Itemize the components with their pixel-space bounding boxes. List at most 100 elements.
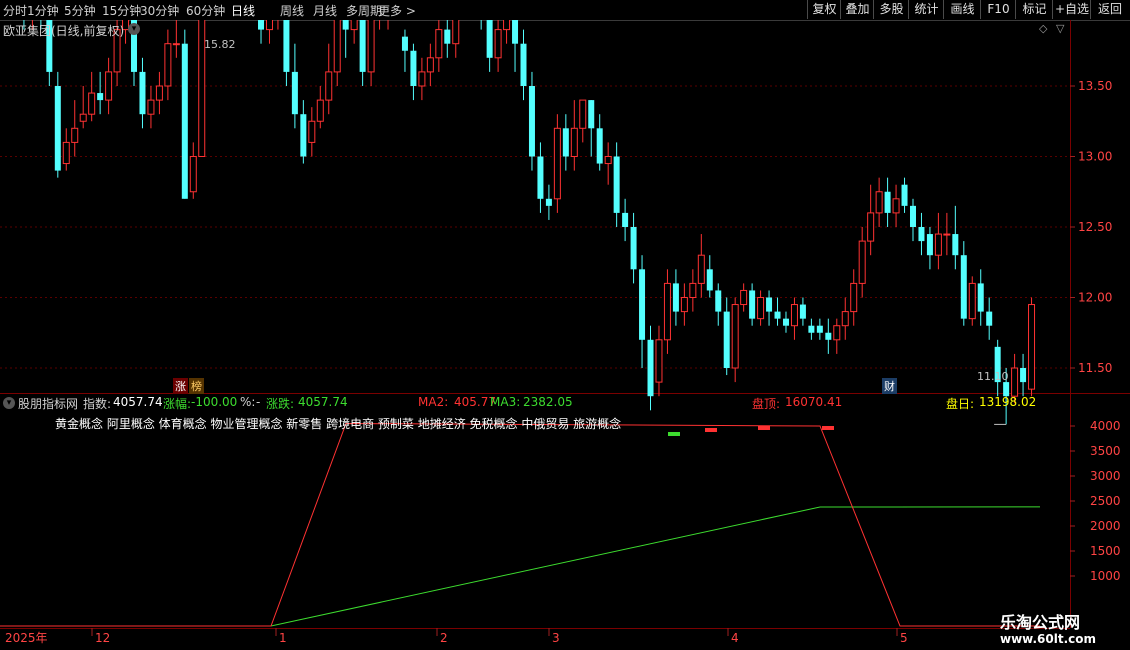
candle-body	[918, 227, 925, 242]
candle-body	[672, 283, 679, 312]
candle-body	[680, 297, 688, 313]
candle-body	[401, 36, 408, 51]
candle-body	[1011, 367, 1019, 397]
toolbar-button-3[interactable]: 统计	[908, 0, 944, 19]
indicator-axis-label: 3000	[1090, 469, 1121, 483]
period-3[interactable]: 15分钟	[102, 2, 141, 19]
candle-body	[697, 254, 705, 284]
collapse-icon[interactable]: ▽	[1056, 22, 1064, 35]
candle-body	[181, 43, 188, 199]
period-1[interactable]: 1分钟	[27, 2, 59, 19]
candle-body	[570, 127, 578, 158]
change-label: 涨幅:	[163, 397, 192, 411]
period-10[interactable]: 更多 >	[378, 2, 416, 19]
top-value: 16070.41	[785, 395, 843, 409]
candle-body	[164, 43, 172, 87]
candle-body	[79, 113, 87, 122]
candle-body	[926, 234, 933, 256]
candle-body	[410, 50, 417, 86]
index-value: 4057.74	[113, 395, 163, 409]
toolbar-button-7[interactable]: +自选	[1052, 0, 1091, 19]
candle-body	[291, 71, 298, 115]
candle-body	[553, 127, 561, 200]
candle-body	[663, 282, 671, 341]
candle-body	[97, 93, 104, 101]
candle-body	[1028, 304, 1036, 390]
candle-body	[909, 205, 916, 227]
ma3-line	[0, 506, 1041, 627]
toolbar-button-2[interactable]: 多股	[873, 0, 909, 19]
period-4[interactable]: 30分钟	[140, 2, 179, 19]
candle-body	[816, 325, 823, 333]
day-value: 13198.02	[979, 395, 1037, 409]
limit-up-badge[interactable]: 涨	[173, 378, 188, 394]
period-0[interactable]: 分时	[3, 2, 27, 19]
candle-body	[528, 86, 535, 157]
candle-body	[316, 99, 324, 122]
candle-body	[715, 290, 722, 312]
ma3-value: 2382.05	[523, 395, 573, 409]
period-5[interactable]: 60分钟	[186, 2, 225, 19]
candle-body	[604, 156, 612, 165]
finance-badge[interactable]: 财	[882, 378, 897, 394]
toolbar-button-1[interactable]: 叠加	[840, 0, 874, 19]
candle-body	[630, 227, 637, 270]
candle-body	[892, 198, 900, 214]
candle-body	[503, 20, 511, 31]
watermark-url: www.60lt.com	[1000, 632, 1097, 646]
period-7[interactable]: 周线	[280, 2, 304, 19]
day-label: 盘日:	[946, 397, 975, 411]
candle-body	[986, 311, 993, 326]
candle-body	[452, 20, 460, 45]
price-panel-menu-icon[interactable]: ▾	[128, 23, 140, 35]
candle-body	[545, 198, 552, 206]
candle-body	[647, 339, 654, 397]
period-6[interactable]: 日线	[231, 2, 255, 19]
period-2[interactable]: 5分钟	[64, 2, 96, 19]
toolbar-button-4[interactable]: 画线	[943, 0, 981, 19]
candle-body	[689, 282, 697, 298]
candle-body	[655, 339, 663, 383]
price-axis-label: 14.00	[1078, 20, 1112, 23]
candle-body	[426, 57, 434, 73]
indicator-axis-label: 1500	[1090, 544, 1121, 558]
candle-body	[774, 311, 781, 319]
period-9[interactable]: 多周期	[346, 2, 382, 19]
updown-value: 4057.74	[298, 395, 348, 409]
candle-body	[588, 100, 595, 129]
period-8[interactable]: 月线	[313, 2, 337, 19]
toolbar-button-8[interactable]: 返回	[1090, 0, 1129, 19]
candle-body	[367, 20, 375, 73]
candle-body	[901, 184, 908, 206]
watermark-title: 乐淘公式网	[1000, 613, 1081, 632]
candle-body	[740, 289, 748, 306]
candle-body	[884, 191, 891, 213]
candle-body	[731, 304, 739, 369]
ranking-badge[interactable]: 榜	[189, 378, 204, 394]
price-axis-label: 11.50	[1078, 361, 1112, 375]
pct-label: %:	[240, 395, 256, 409]
period-toolbar: 分时 1分钟 5分钟 15分钟 30分钟 60分钟 日线 周线 月线 多周期 更多 > 复权 叠加 多股统…	[0, 0, 1130, 21]
candle-body	[934, 233, 942, 256]
time-axis-label: 2	[440, 631, 448, 645]
diamond-icon[interactable]: ◇	[1039, 22, 1047, 35]
indicator-menu-icon[interactable]: ▾	[3, 397, 15, 409]
low-price-label: 11.10	[977, 370, 1009, 383]
candle-body	[1020, 368, 1027, 383]
indicator-axis-label: 1000	[1090, 569, 1121, 583]
concepts-text: 黄金概念 阿里概念 体育概念 物业管理概念 新零售 跨境电商 预制菜 地摊经济 …	[55, 417, 622, 431]
price-axis-label: 13.50	[1078, 79, 1112, 93]
candle-body	[189, 156, 197, 193]
candle-body	[825, 332, 832, 340]
candle-body	[359, 20, 366, 72]
time-axis-label: 12	[95, 631, 110, 645]
time-axis-label: 3	[552, 631, 560, 645]
toolbar-button-5[interactable]: F10	[980, 0, 1016, 19]
candle-body	[841, 311, 849, 327]
toolbar-button-6[interactable]: 标记	[1015, 0, 1053, 19]
high-price-label: 15.82	[204, 38, 236, 51]
candle-body	[258, 20, 265, 30]
toolbar-button-0[interactable]: 复权	[807, 0, 841, 19]
ma2-label: MA2:	[418, 395, 449, 409]
candle-body	[308, 120, 316, 143]
